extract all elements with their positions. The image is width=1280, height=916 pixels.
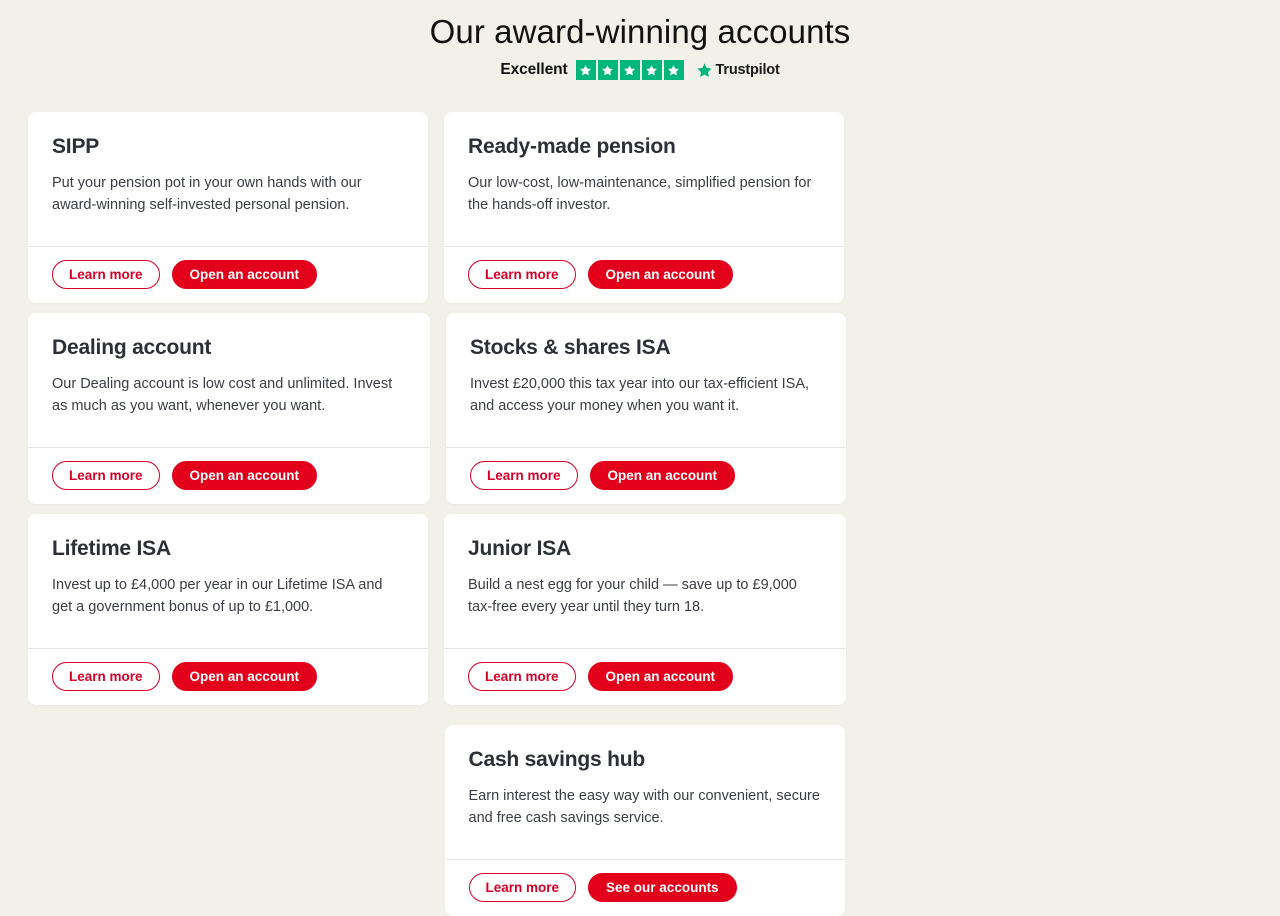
bottom-card-row: Cash savings hub Earn interest the easy … bbox=[28, 725, 1261, 916]
learn-more-button[interactable]: Learn more bbox=[52, 260, 160, 289]
learn-more-button[interactable]: Learn more bbox=[468, 873, 577, 902]
card-body: Cash savings hub Earn interest the easy … bbox=[445, 725, 845, 859]
trustpilot-star-icon bbox=[696, 62, 712, 77]
open-an-account-button[interactable]: Open an account bbox=[171, 260, 318, 289]
open-an-account-button[interactable]: Open an account bbox=[587, 662, 734, 691]
star-icon bbox=[619, 60, 640, 80]
card-actions: Learn more Open an account bbox=[28, 648, 428, 705]
card-description: Our low-cost, low-maintenance, simplifie… bbox=[468, 175, 812, 213]
account-card-cash-savings-hub[interactable]: Cash savings hub Earn interest the easy … bbox=[444, 725, 845, 916]
open-an-account-button[interactable]: Open an account bbox=[589, 461, 736, 490]
star-icon bbox=[597, 60, 618, 80]
card-description: Earn interest the easy way with our conv… bbox=[468, 788, 820, 826]
open-an-account-button[interactable]: Open an account bbox=[587, 260, 734, 289]
account-card-sipp[interactable]: SIPP Put your pension pot in your own ha… bbox=[28, 112, 428, 303]
card-body: Dealing account Our Dealing account is l… bbox=[28, 313, 430, 447]
page-title: Our award-winning accounts bbox=[429, 13, 851, 50]
card-body: Lifetime ISA Invest up to £4,000 per yea… bbox=[28, 514, 428, 648]
trustpilot-stars bbox=[575, 60, 684, 80]
trustpilot-logo: Trustpilot bbox=[696, 62, 780, 79]
card-description: Put your pension pot in your own hands w… bbox=[52, 175, 362, 213]
card-description: Invest £20,000 this tax year into our ta… bbox=[470, 376, 810, 414]
card-title: SIPP bbox=[52, 135, 100, 158]
trustpilot-rating-word: Excellent bbox=[500, 61, 568, 78]
card-actions: Learn more Open an account bbox=[446, 447, 846, 504]
account-card-lifetime-isa[interactable]: Lifetime ISA Invest up to £4,000 per yea… bbox=[28, 514, 428, 705]
account-card-dealing-account[interactable]: Dealing account Our Dealing account is l… bbox=[28, 313, 430, 504]
account-card-stocks-and-shares-isa[interactable]: Stocks & shares ISA Invest £20,000 this … bbox=[446, 313, 846, 504]
card-title: Stocks & shares ISA bbox=[470, 336, 671, 359]
learn-more-button[interactable]: Learn more bbox=[52, 461, 160, 490]
card-body: Ready-made pension Our low-cost, low-mai… bbox=[444, 112, 844, 246]
accounts-page: Our award-winning accounts Excellent Tru… bbox=[0, 0, 1280, 916]
card-title: Cash savings hub bbox=[468, 748, 646, 771]
learn-more-button[interactable]: Learn more bbox=[468, 260, 576, 289]
card-actions: Learn more Open an account bbox=[28, 246, 428, 303]
star-icon bbox=[575, 60, 596, 80]
card-actions: Learn more Open an account bbox=[444, 648, 846, 705]
card-description: Build a nest egg for your child — save u… bbox=[468, 577, 797, 615]
card-body: SIPP Put your pension pot in your own ha… bbox=[28, 112, 428, 246]
card-title: Lifetime ISA bbox=[52, 537, 171, 560]
trustpilot-rating: Excellent Trustpilot bbox=[0, 59, 1280, 81]
card-body: Stocks & shares ISA Invest £20,000 this … bbox=[446, 313, 846, 447]
open-an-account-button[interactable]: Open an account bbox=[171, 461, 318, 490]
page-header: Our award-winning accounts Excellent Tru… bbox=[0, 0, 1280, 81]
trustpilot-brand-name: Trustpilot bbox=[715, 62, 780, 78]
card-title: Ready-made pension bbox=[468, 135, 676, 158]
learn-more-button[interactable]: Learn more bbox=[470, 461, 578, 490]
learn-more-button[interactable]: Learn more bbox=[468, 662, 576, 691]
card-actions: Learn more Open an account bbox=[444, 246, 844, 303]
card-description: Invest up to £4,000 per year in our Life… bbox=[52, 577, 383, 615]
see-our-accounts-button[interactable]: See our accounts bbox=[588, 873, 737, 902]
card-actions: Learn more See our accounts bbox=[444, 859, 845, 916]
star-icon bbox=[641, 60, 662, 80]
card-title: Junior ISA bbox=[468, 537, 572, 560]
card-body: Junior ISA Build a nest egg for your chi… bbox=[444, 514, 846, 648]
star-icon bbox=[663, 60, 684, 80]
card-title: Dealing account bbox=[52, 336, 212, 359]
card-actions: Learn more Open an account bbox=[28, 447, 430, 504]
account-card-junior-isa[interactable]: Junior ISA Build a nest egg for your chi… bbox=[444, 514, 846, 705]
open-an-account-button[interactable]: Open an account bbox=[171, 662, 318, 691]
account-card-ready-made-pension[interactable]: Ready-made pension Our low-cost, low-mai… bbox=[444, 112, 844, 303]
card-description: Our Dealing account is low cost and unli… bbox=[52, 376, 393, 414]
accounts-grid: SIPP Put your pension pot in your own ha… bbox=[28, 112, 1261, 916]
learn-more-button[interactable]: Learn more bbox=[52, 662, 160, 691]
